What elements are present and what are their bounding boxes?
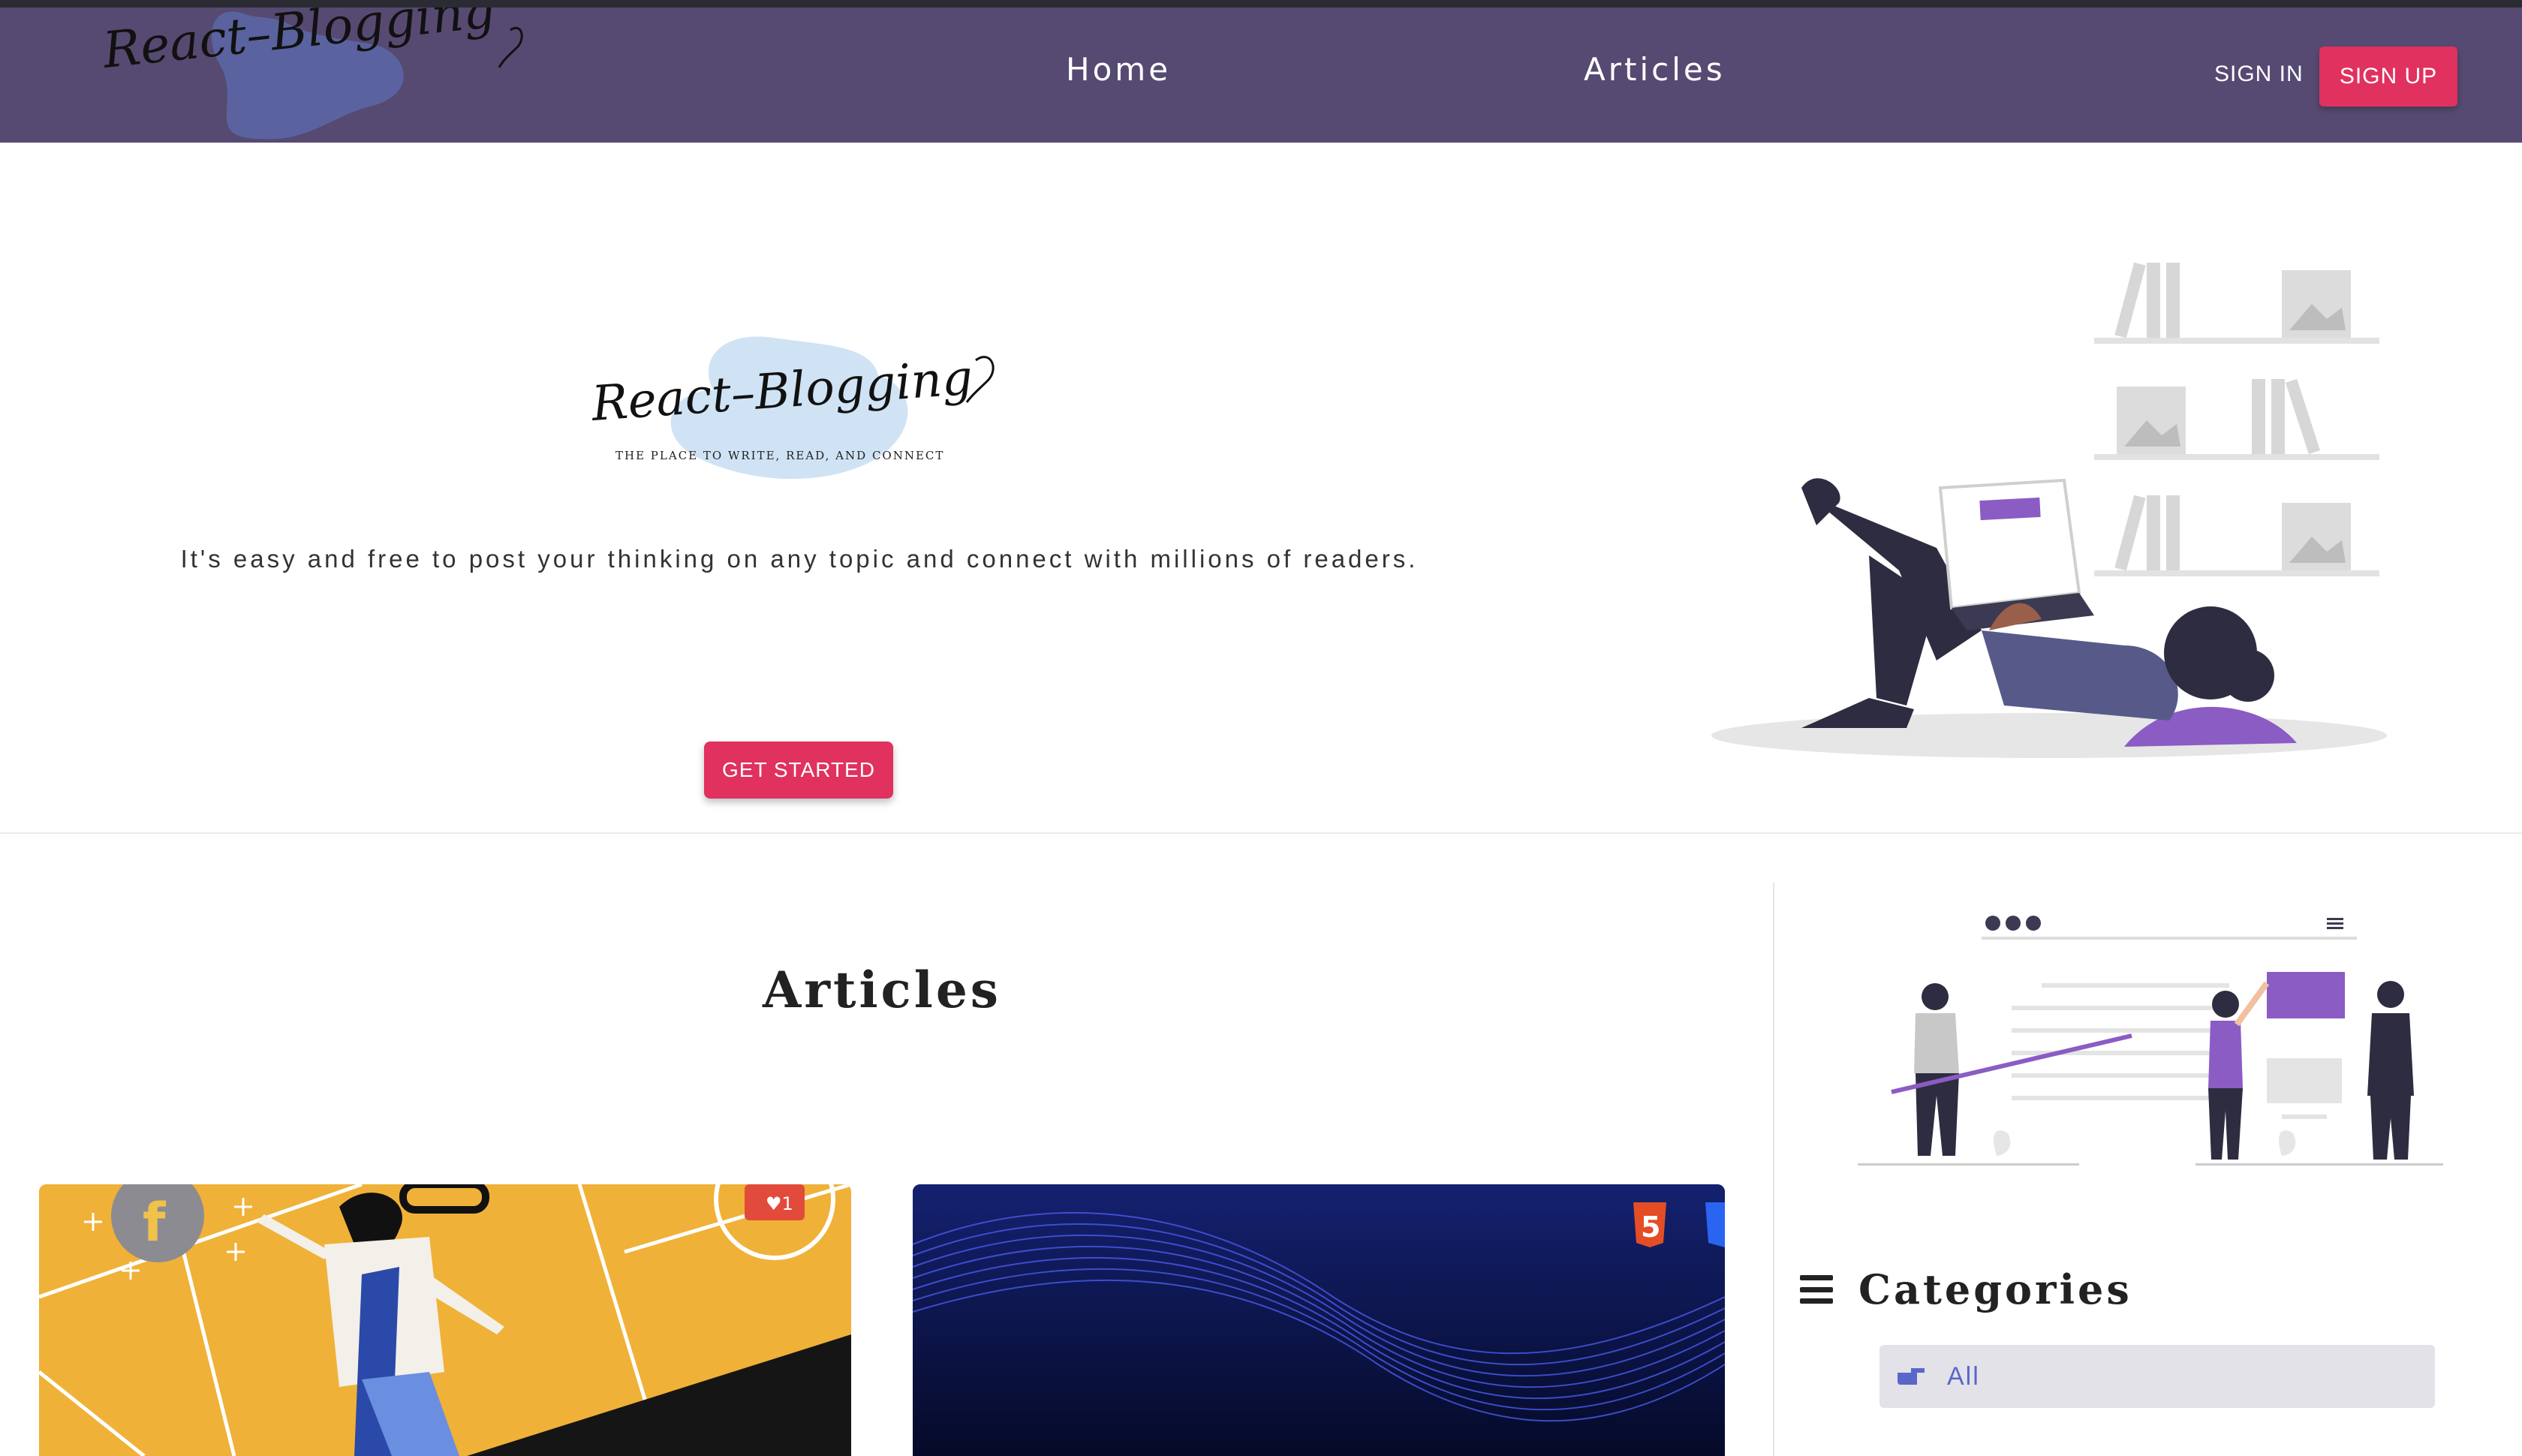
section-divider xyxy=(0,832,2522,834)
categories-title: Categories xyxy=(1858,1265,2132,1313)
nav-home-link[interactable]: Home xyxy=(1066,51,1168,88)
svg-text:5: 5 xyxy=(1641,1211,1660,1244)
sign-in-button[interactable]: SIGN IN xyxy=(2214,62,2304,87)
menu-icon xyxy=(1800,1275,1833,1304)
get-started-button[interactable]: GET STARTED xyxy=(704,742,893,799)
svg-text:THE PLACE TO WRITE, READ, AND: THE PLACE TO WRITE, READ, AND CONNECT xyxy=(615,449,944,462)
svg-text:♥1: ♥1 xyxy=(766,1193,793,1214)
category-label: All xyxy=(1947,1361,1980,1391)
articles-heading: Articles xyxy=(763,961,1001,1019)
nav-articles-link[interactable]: Articles xyxy=(1584,51,1723,88)
article-cover-image: f ♥1 xyxy=(39,1184,851,1456)
window-top-edge xyxy=(0,0,2522,8)
article-card[interactable]: f ♥1 xyxy=(39,1184,851,1456)
article-card[interactable]: 5 xyxy=(913,1184,1725,1456)
team-illustration xyxy=(1858,916,2443,1166)
navbar: React–Blogging Home Articles SIGN IN SIG… xyxy=(0,8,2522,143)
hero-tagline: It's easy and free to post your thinking… xyxy=(180,545,1419,573)
sidebar-divider xyxy=(1773,883,1774,1456)
hero-section: React–Blogging THE PLACE TO WRITE, READ,… xyxy=(0,143,2522,833)
category-item-all[interactable]: All xyxy=(1879,1345,2435,1408)
hand-pointer-icon xyxy=(1898,1368,1925,1385)
article-cover-image: 5 xyxy=(913,1184,1725,1456)
reading-person-illustration xyxy=(1711,262,2387,758)
hero-logo: React–Blogging THE PLACE TO WRITE, READ,… xyxy=(589,336,995,480)
svg-text:f: f xyxy=(143,1192,167,1253)
brand-logo[interactable]: React–Blogging xyxy=(90,8,540,143)
categories-header: Categories xyxy=(1800,1261,2132,1318)
sign-up-button[interactable]: SIGN UP xyxy=(2319,47,2457,107)
